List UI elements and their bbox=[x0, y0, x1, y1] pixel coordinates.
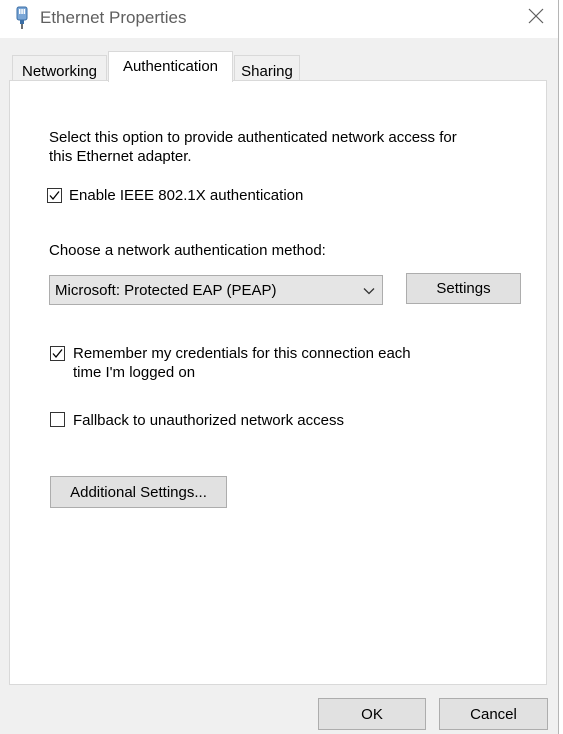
checkmark-icon bbox=[49, 191, 60, 201]
network-adapter-icon bbox=[15, 6, 29, 30]
fallback-checkbox[interactable] bbox=[50, 412, 65, 427]
tab-label: Networking bbox=[21, 63, 98, 80]
authentication-panel bbox=[9, 80, 547, 685]
remember-credentials-line-1: Remember my credentials for this connect… bbox=[73, 345, 411, 362]
close-icon bbox=[528, 8, 544, 29]
window-title: Ethernet Properties bbox=[40, 8, 187, 27]
tab-label: Authentication bbox=[122, 58, 219, 75]
tab-authentication[interactable]: Authentication bbox=[108, 51, 233, 82]
settings-button-label: Settings bbox=[436, 280, 491, 297]
cancel-button-label: Cancel bbox=[470, 705, 517, 723]
description-text: Select this option to provide authentica… bbox=[49, 128, 457, 166]
method-label: Choose a network authentication method: bbox=[49, 242, 326, 259]
remember-credentials-checkbox[interactable] bbox=[50, 346, 65, 361]
enable-8021x-checkbox[interactable] bbox=[47, 188, 62, 203]
tab-networking[interactable]: Networking bbox=[12, 55, 107, 81]
ok-button[interactable]: OK bbox=[318, 698, 426, 730]
authentication-method-select[interactable]: Microsoft: Protected EAP (PEAP) bbox=[49, 275, 383, 305]
chevron-down-icon bbox=[362, 284, 376, 298]
tab-label: Sharing bbox=[241, 63, 293, 80]
ok-button-label: OK bbox=[361, 705, 383, 723]
remember-credentials-line-2: time I'm logged on bbox=[73, 364, 196, 381]
selected-method: Microsoft: Protected EAP (PEAP) bbox=[55, 282, 277, 299]
properties-dialog: Ethernet Properties Networking Authentic… bbox=[0, 0, 559, 734]
cancel-button[interactable]: Cancel bbox=[439, 698, 548, 730]
additional-settings-label: Additional Settings... bbox=[70, 483, 207, 501]
close-button[interactable] bbox=[514, 0, 558, 36]
title-bar: Ethernet Properties bbox=[0, 0, 558, 38]
additional-settings-button[interactable]: Additional Settings... bbox=[50, 476, 227, 508]
settings-button[interactable]: Settings bbox=[406, 273, 521, 304]
description-line-2: this Ethernet adapter. bbox=[49, 148, 192, 165]
tab-sharing[interactable]: Sharing bbox=[234, 55, 300, 81]
enable-8021x-label[interactable]: Enable IEEE 802.1X authentication bbox=[69, 186, 303, 205]
checkmark-icon bbox=[52, 349, 63, 359]
fallback-label[interactable]: Fallback to unauthorized network access bbox=[73, 411, 344, 430]
description-line-1: Select this option to provide authentica… bbox=[49, 129, 457, 146]
remember-credentials-label[interactable]: Remember my credentials for this connect… bbox=[73, 344, 411, 382]
background-edge bbox=[559, 0, 563, 734]
